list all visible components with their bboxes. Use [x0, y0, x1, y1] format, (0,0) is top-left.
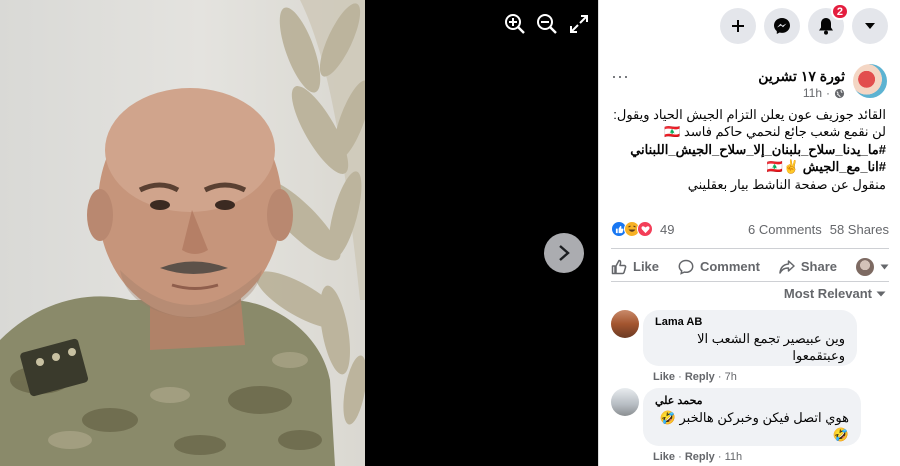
post-line: القائد جوزيف عون يعلن التزام الجيش الحيا…	[613, 107, 886, 122]
like-label: Like	[633, 259, 660, 274]
post-line: لن نقمع شعب جائع لنحمي حاكم فاسد 🇱🇧	[664, 124, 886, 140]
portrait-illustration	[0, 0, 365, 466]
comment-text: هوي اتصل فيكن وخبركن هالخبر 🤣	[659, 410, 849, 425]
messenger-icon	[774, 18, 790, 34]
comment-text: وعبتقمعوا	[792, 348, 845, 363]
more-options-icon[interactable]: ···	[611, 66, 629, 87]
comment-like-link[interactable]: Like	[653, 371, 675, 383]
comment-reply-link[interactable]: Reply	[685, 371, 715, 383]
share-label: Share	[800, 259, 838, 274]
comment-time[interactable]: 7h	[725, 371, 737, 383]
post-meta: 11h ·	[803, 86, 845, 100]
comment-icon	[678, 259, 694, 275]
notification-count-badge: 2	[830, 3, 849, 20]
plus-icon	[732, 20, 744, 32]
post-line: منقول عن صفحة الناشط بيار بعقليني	[687, 176, 886, 192]
reaction-audience-selector[interactable]	[855, 257, 889, 276]
zoom-in-icon[interactable]	[503, 12, 527, 36]
share-icon	[779, 259, 795, 274]
post-header: ··· ثورة ١٧ تشرين 11h ·	[599, 58, 900, 102]
hashtag-link[interactable]: #ما_يدنا_سلاح_بلبنان_إلا_سلاح_الجيش_اللب…	[610, 141, 886, 158]
comment-actions: Like · Reply · 7h	[653, 371, 737, 383]
comment-text: وين عبيصير تجمع الشعب الا	[697, 331, 845, 346]
caret-down-icon	[865, 23, 875, 29]
page-name[interactable]: ثورة ١٧ تشرين	[758, 68, 845, 85]
reaction-count[interactable]: 49	[660, 222, 674, 237]
reaction-icons[interactable]	[611, 221, 653, 237]
love-reaction-icon	[637, 221, 653, 237]
comment-actions: Like · Reply · 11h	[653, 451, 743, 463]
comment-text: 🤣	[832, 427, 849, 442]
globe-icon	[834, 88, 845, 98]
reactions-summary: 49 6 Comments 58 Shares	[611, 218, 889, 240]
bell-icon	[819, 18, 833, 35]
create-button[interactable]	[720, 8, 756, 44]
comment-time[interactable]: 11h	[725, 451, 743, 463]
viewer-toolbar	[503, 12, 591, 36]
like-button[interactable]: Like	[611, 259, 659, 275]
fullscreen-icon[interactable]	[567, 12, 591, 36]
post-text: القائد جوزيف عون يعلن التزام الجيش الحيا…	[610, 106, 886, 193]
comment-author-name[interactable]: محمد علي	[655, 394, 849, 407]
sort-label: Most Relevant	[783, 286, 872, 301]
share-button[interactable]: Share	[779, 259, 837, 275]
zoom-out-icon[interactable]	[535, 12, 559, 36]
comment-reply-link[interactable]: Reply	[685, 451, 715, 463]
comment-sort-dropdown[interactable]: Most Relevant	[784, 286, 886, 301]
viewer-avatar	[855, 257, 874, 276]
comment-button[interactable]: Comment	[678, 259, 760, 275]
thumbs-up-icon	[611, 259, 627, 274]
divider	[611, 281, 889, 282]
chevron-right-icon	[559, 245, 570, 261]
post-photo[interactable]	[0, 0, 365, 466]
account-menu-button[interactable]	[852, 8, 888, 44]
hashtag-link[interactable]: #انا_مع_الجيش ✌🇱🇧	[610, 158, 886, 175]
photo-viewer	[0, 0, 598, 466]
comment-bubble: Lama AB وين عبيصير تجمع الشعب الا وعبتقم…	[643, 310, 857, 366]
comment-author-avatar[interactable]	[611, 310, 639, 338]
comment-like-link[interactable]: Like	[653, 451, 675, 463]
post-actions: Like Comment Share	[611, 248, 889, 280]
comments-count[interactable]: 6 Comments	[748, 222, 822, 237]
caret-down-icon	[880, 264, 889, 269]
comment-label: Comment	[699, 259, 760, 274]
post-time[interactable]: 11h	[803, 86, 822, 100]
comment-author-name[interactable]: Lama AB	[655, 316, 845, 328]
notifications-button[interactable]: 2	[808, 3, 849, 44]
next-photo-button[interactable]	[544, 233, 584, 273]
post-panel: 2 ··· ثورة ١٧ تشرين 11h · القائد جوزيف ع…	[598, 0, 900, 466]
messenger-button[interactable]	[764, 8, 800, 44]
comment-author-avatar[interactable]	[611, 388, 639, 416]
caret-down-icon	[876, 291, 886, 296]
comment-bubble: محمد علي هوي اتصل فيكن وخبركن هالخبر 🤣 🤣	[643, 388, 861, 446]
page-avatar[interactable]	[853, 64, 887, 98]
shares-count[interactable]: 58 Shares	[830, 222, 889, 237]
top-navigation: 2	[599, 0, 900, 52]
